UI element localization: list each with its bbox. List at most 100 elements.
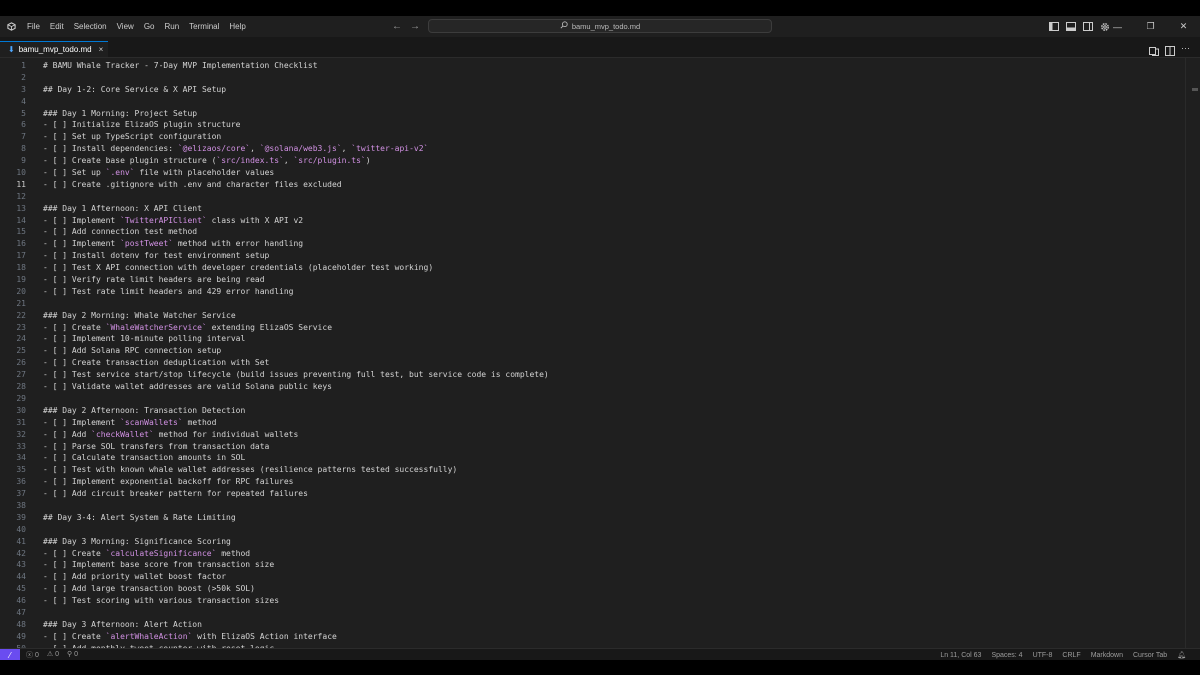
line-text: ### Day 2 Afternoon: Transaction Detecti… xyxy=(43,405,245,417)
code-line[interactable]: 13 ### Day 1 Afternoon: X API Client xyxy=(0,203,1186,215)
toggle-primary-sidebar-icon[interactable] xyxy=(1048,21,1059,32)
line-text: - [ ] Add Solana RPC connection setup xyxy=(43,345,221,357)
code-line[interactable]: 17 - [ ] Install dotenv for test environm… xyxy=(0,250,1186,262)
text-segment: - [ ] Test X API connection with develop… xyxy=(43,263,434,273)
problems-indicator[interactable]: ⓧ 0 ⚠ 0 ⚲ 0 xyxy=(26,650,78,660)
code-line[interactable]: 18 - [ ] Test X API connection with devel… xyxy=(0,262,1186,274)
code-line[interactable]: 29 xyxy=(0,393,1186,405)
cursor-tab-status[interactable]: Cursor Tab xyxy=(1133,652,1167,659)
code-line[interactable]: 5 ### Day 1 Morning: Project Setup xyxy=(0,108,1186,120)
editor-lines: 1 # BAMU Whale Tracker - 7-Day MVP Implem… xyxy=(0,60,1186,648)
code-line[interactable]: 7 - [ ] Set up TypeScript configuration xyxy=(0,131,1186,143)
notifications-bell-icon[interactable]: 🔔︎ xyxy=(1177,651,1186,659)
code-line[interactable]: 41 ### Day 3 Morning: Significance Scorin… xyxy=(0,536,1186,548)
code-line[interactable]: 15 - [ ] Add connection test method xyxy=(0,226,1186,238)
cursor-position[interactable]: Ln 11, Col 63 xyxy=(940,652,981,659)
code-line[interactable]: 35 - [ ] Test with known whale wallet add… xyxy=(0,464,1186,476)
code-line[interactable]: 42 - [ ] Create `calculateSignificance` m… xyxy=(0,548,1186,560)
line-text: ### Day 3 Afternoon: Alert Action xyxy=(43,619,202,631)
code-line[interactable]: 40 xyxy=(0,524,1186,536)
text-segment: - [ ] Install dotenv for test environmen… xyxy=(43,251,270,261)
code-line[interactable]: 11 - [ ] Create .gitignore with .env and … xyxy=(0,179,1186,191)
close-window-icon[interactable]: ✕ xyxy=(1167,16,1200,37)
command-center-search[interactable]: bamu_mvp_todo.md xyxy=(428,19,772,33)
line-text: - [ ] Verify rate limit headers are bein… xyxy=(43,274,265,286)
line-text: - [ ] Add `checkWallet` method for indiv… xyxy=(43,429,298,441)
code-line[interactable]: 38 xyxy=(0,500,1186,512)
code-line[interactable]: 49 - [ ] Create `alertWhaleAction` with E… xyxy=(0,631,1186,643)
menu-go[interactable]: Go xyxy=(139,16,160,37)
menu-help[interactable]: Help xyxy=(224,16,250,37)
line-number: 36 xyxy=(16,477,26,487)
code-line[interactable]: 47 xyxy=(0,607,1186,619)
code-line[interactable]: 14 - [ ] Implement `TwitterAPIClient` cla… xyxy=(0,215,1186,227)
text-segment: - [ ] Set up TypeScript configuration xyxy=(43,132,222,142)
code-line[interactable]: 2 xyxy=(0,72,1186,84)
text-segment: - [ ] Create xyxy=(43,631,106,641)
code-line[interactable]: 24 - [ ] Implement 10-minute polling inte… xyxy=(0,333,1186,345)
tab-bamu-mvp-todo[interactable]: ⬇ bamu_mvp_todo.md × xyxy=(0,41,108,57)
toggle-secondary-sidebar-icon[interactable] xyxy=(1082,21,1093,32)
code-line[interactable]: 21 xyxy=(0,298,1186,310)
menu-terminal[interactable]: Terminal xyxy=(184,16,224,37)
minimize-icon[interactable]: — xyxy=(1101,16,1134,37)
code-line[interactable]: 43 - [ ] Implement base score from transa… xyxy=(0,559,1186,571)
code-line[interactable]: 33 - [ ] Parse SOL transfers from transac… xyxy=(0,441,1186,453)
encoding[interactable]: UTF-8 xyxy=(1033,652,1053,659)
text-segment: - [ ] Set up xyxy=(43,168,106,178)
code-line[interactable]: 46 - [ ] Test scoring with various transa… xyxy=(0,595,1186,607)
code-line[interactable]: 39 ## Day 3-4: Alert System & Rate Limiti… xyxy=(0,512,1186,524)
code-line[interactable]: 22 ### Day 2 Morning: Whale Watcher Servi… xyxy=(0,310,1186,322)
scrollbar-thumb[interactable] xyxy=(1192,88,1198,91)
code-line[interactable]: 1 # BAMU Whale Tracker - 7-Day MVP Implem… xyxy=(0,60,1186,72)
code-line[interactable]: 25 - [ ] Add Solana RPC connection setup xyxy=(0,345,1186,357)
code-line[interactable]: 36 - [ ] Implement exponential backoff fo… xyxy=(0,476,1186,488)
code-line[interactable]: 4 xyxy=(0,96,1186,108)
back-arrow-icon[interactable]: ← xyxy=(392,21,402,32)
language-mode[interactable]: Markdown xyxy=(1091,652,1123,659)
text-segment: class with X API v2 xyxy=(206,215,304,225)
code-line[interactable]: 16 - [ ] Implement `postTweet` method wit… xyxy=(0,238,1186,250)
code-line[interactable]: 30 ### Day 2 Afternoon: Transaction Detec… xyxy=(0,405,1186,417)
code-line[interactable]: 8 - [ ] Install dependencies: `@elizaos/c… xyxy=(0,143,1186,155)
line-text: - [ ] Create base plugin structure (`src… xyxy=(43,155,371,167)
text-segment: - [ ] Test rate limit headers and 429 er… xyxy=(43,286,294,296)
code-editor[interactable]: 1 # BAMU Whale Tracker - 7-Day MVP Implem… xyxy=(0,58,1200,648)
code-line[interactable]: 28 - [ ] Validate wallet addresses are va… xyxy=(0,381,1186,393)
menu-view[interactable]: View xyxy=(112,16,139,37)
menu-selection[interactable]: Selection xyxy=(69,16,112,37)
code-line[interactable]: 37 - [ ] Add circuit breaker pattern for … xyxy=(0,488,1186,500)
line-number: 39 xyxy=(16,512,26,522)
code-line[interactable]: 23 - [ ] Create `WhaleWatcherService` ext… xyxy=(0,322,1186,334)
app-logo-icon[interactable] xyxy=(0,16,22,37)
menu-run[interactable]: Run xyxy=(159,16,184,37)
text-segment: - [ ] Validate wallet addresses are vali… xyxy=(43,382,332,392)
line-text: - [ ] Implement base score from transact… xyxy=(43,559,274,571)
code-line[interactable]: 31 - [ ] Implement `scanWallets` method xyxy=(0,417,1186,429)
editor-scrollbar[interactable] xyxy=(1185,58,1200,648)
menu-edit[interactable]: Edit xyxy=(45,16,69,37)
code-line[interactable]: 12 xyxy=(0,191,1186,203)
forward-arrow-icon[interactable]: → xyxy=(410,21,420,32)
code-line[interactable]: 27 - [ ] Test service start/stop lifecycl… xyxy=(0,369,1186,381)
code-line[interactable]: 20 - [ ] Test rate limit headers and 429 … xyxy=(0,286,1186,298)
code-line[interactable]: 6 - [ ] Initialize ElizaOS plugin structu… xyxy=(0,119,1186,131)
indentation[interactable]: Spaces: 4 xyxy=(991,652,1022,659)
code-line[interactable]: 45 - [ ] Add large transaction boost (>50… xyxy=(0,583,1186,595)
code-line[interactable]: 26 - [ ] Create transaction deduplication… xyxy=(0,357,1186,369)
code-line[interactable]: 3 ## Day 1-2: Core Service & X API Setup xyxy=(0,84,1186,96)
toggle-panel-icon[interactable] xyxy=(1065,21,1076,32)
code-line[interactable]: 10 - [ ] Set up `.env` file with placehol… xyxy=(0,167,1186,179)
remote-indicator-icon[interactable]: ⁄ xyxy=(0,649,20,660)
tab-close-icon[interactable]: × xyxy=(99,45,104,54)
code-line[interactable]: 19 - [ ] Verify rate limit headers are be… xyxy=(0,274,1186,286)
code-line[interactable]: 48 ### Day 3 Afternoon: Alert Action xyxy=(0,619,1186,631)
end-of-line[interactable]: CRLF xyxy=(1062,652,1080,659)
code-line[interactable]: 44 - [ ] Add priority wallet boost factor xyxy=(0,571,1186,583)
menu-file[interactable]: File xyxy=(22,16,45,37)
search-icon xyxy=(560,21,568,31)
code-line[interactable]: 32 - [ ] Add `checkWallet` method for ind… xyxy=(0,429,1186,441)
restore-icon[interactable]: ❐ xyxy=(1134,16,1167,37)
code-line[interactable]: 34 - [ ] Calculate transaction amounts in… xyxy=(0,452,1186,464)
code-line[interactable]: 9- [ ] Create base plugin structure (`sr… xyxy=(0,155,1186,167)
